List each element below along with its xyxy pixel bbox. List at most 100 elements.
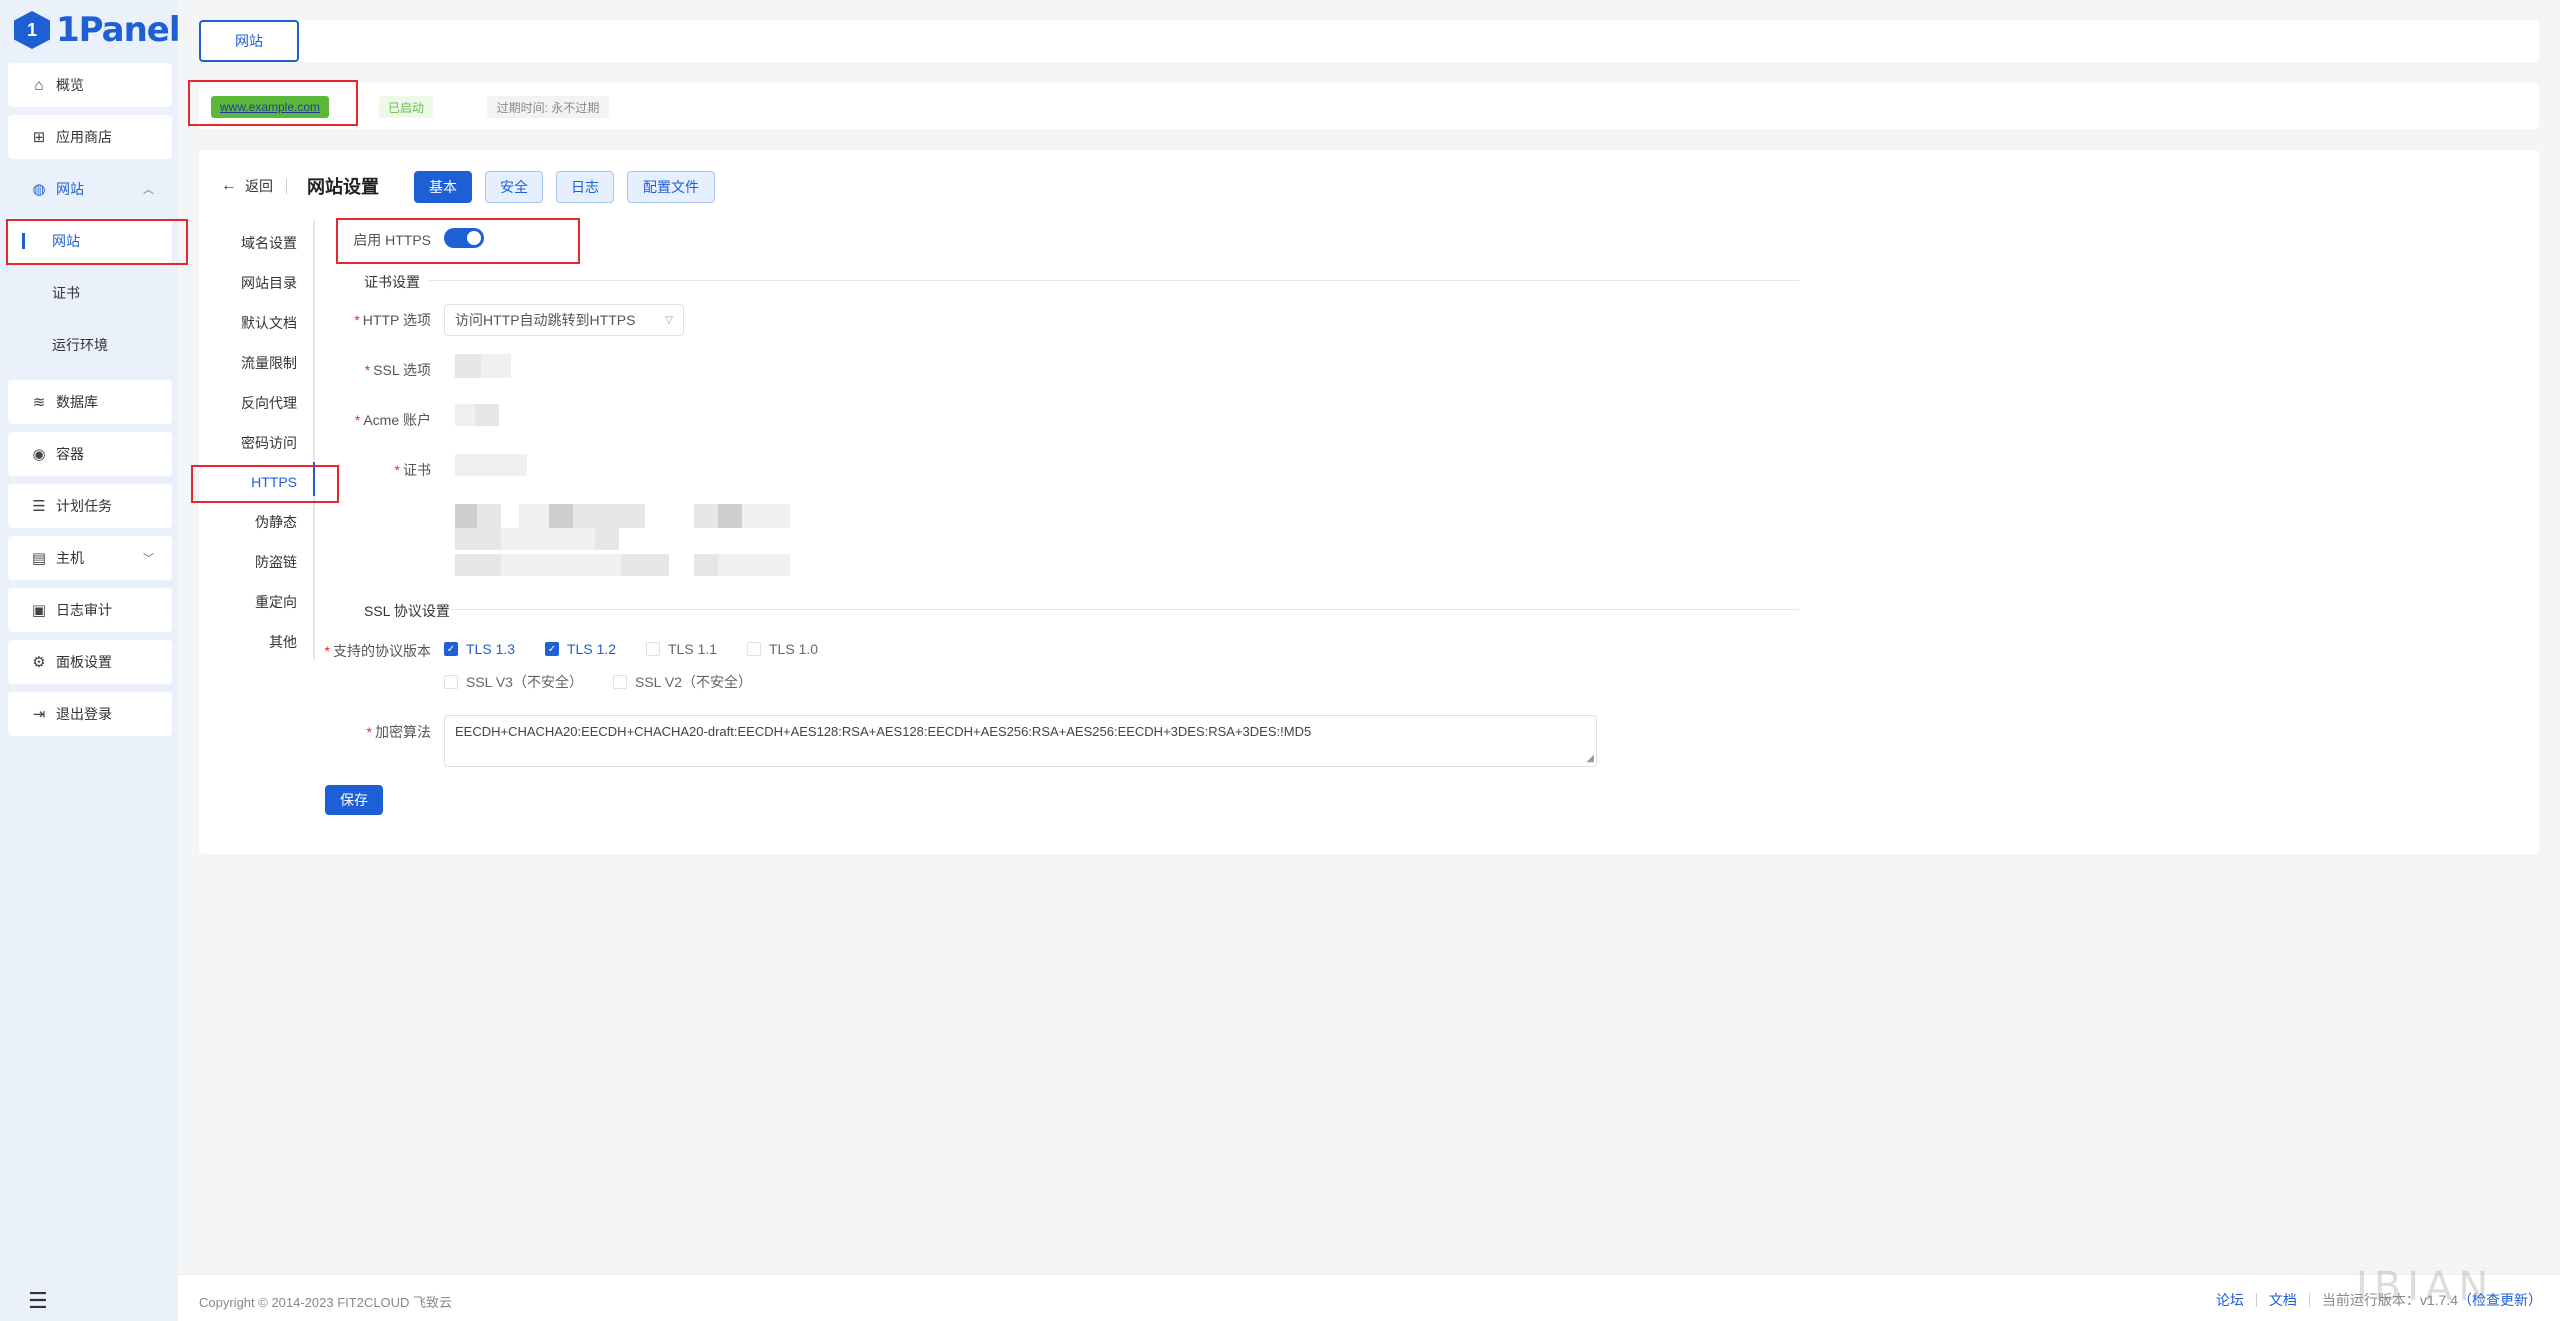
label-text: 支持的协议版本: [333, 643, 431, 659]
sidebar-item-logout[interactable]: ⇥ 退出登录: [8, 692, 172, 736]
sidebar-item-cron[interactable]: ☰ 计划任务: [8, 484, 172, 528]
blurred-cert-info: [694, 554, 718, 576]
sidebar-item-label: 容器: [56, 446, 84, 462]
collapse-menu-icon[interactable]: ☰: [28, 1288, 48, 1314]
select-value: 访问HTTP自动跳转到HTTPS: [455, 312, 636, 328]
sidebar: 1 1Panel ⌂ 概览 ⊞ 应用商店 ◍ 网站 ︿ 网站 证书 运行环境 ≋…: [0, 0, 181, 1321]
docs-link[interactable]: 文档: [2269, 1290, 2297, 1310]
watermark: IBIAN: [2356, 1264, 2495, 1310]
check-icon: ✓: [545, 642, 559, 656]
checkbox-sslv2[interactable]: SSL V2（不安全）: [613, 672, 752, 692]
checkbox-box: [444, 675, 458, 689]
blurred-cert-info: [455, 554, 501, 576]
forum-link[interactable]: 论坛: [2216, 1290, 2244, 1310]
resize-handle-icon[interactable]: ◢: [1586, 753, 1594, 764]
tab-config-file[interactable]: 配置文件: [627, 171, 715, 203]
check-icon: ✓: [444, 642, 458, 656]
ssl-section-title: SSL 协议设置: [364, 603, 450, 619]
sidebar-item-database[interactable]: ≋ 数据库: [8, 380, 172, 424]
sidebar-item-website[interactable]: ◍ 网站 ︿: [8, 166, 172, 212]
checkbox-label: TLS 1.0: [769, 641, 819, 657]
blurred-cert-info: [742, 504, 790, 528]
layers-icon: ≋: [32, 394, 46, 411]
site-domain-link[interactable]: www.example.com: [211, 96, 329, 118]
blurred-field: [455, 354, 481, 378]
cipher-value: EECDH+CHACHA20:EECDH+CHACHA20-draft:EECD…: [455, 724, 1312, 739]
sidebar-item-container[interactable]: ◉ 容器: [8, 432, 172, 476]
blurred-field: [455, 404, 475, 426]
blurred-cert-info: [621, 554, 669, 576]
submenu-label: 运行环境: [52, 337, 108, 353]
side-nav-rate-limit[interactable]: 流量限制: [199, 353, 315, 373]
side-nav-https[interactable]: HTTPS: [199, 472, 315, 492]
side-nav-root-dir[interactable]: 网站目录: [199, 273, 315, 293]
side-nav-default-doc[interactable]: 默认文档: [199, 313, 315, 333]
arrow-left-icon: ←: [221, 177, 237, 194]
side-nav-password-access[interactable]: 密码访问: [199, 433, 315, 453]
blurred-cert-info: [694, 504, 718, 528]
sidebar-item-label: 计划任务: [56, 498, 112, 514]
sidebar-item-overview[interactable]: ⌂ 概览: [8, 63, 172, 107]
label-text: 证书: [403, 462, 431, 478]
checkbox-tls11[interactable]: TLS 1.1: [646, 641, 717, 657]
site-info-bar: www.example.com 已启动 过期时间: 永不过期: [199, 83, 2539, 129]
save-button[interactable]: 保存: [325, 785, 383, 815]
logo[interactable]: 1 1Panel: [14, 8, 181, 52]
back-label: 返回: [245, 178, 273, 194]
sidebar-item-app-store[interactable]: ⊞ 应用商店: [8, 115, 172, 159]
sidebar-item-label: 主机: [56, 550, 84, 566]
checkbox-tls10[interactable]: TLS 1.0: [747, 641, 818, 657]
tab-basic[interactable]: 基本: [414, 171, 472, 203]
cipher-textarea[interactable]: EECDH+CHACHA20:EECDH+CHACHA20-draft:EECD…: [444, 715, 1597, 767]
certificate-label: * 证书: [394, 462, 431, 478]
blurred-cert-info: [549, 504, 573, 528]
side-nav-reverse-proxy[interactable]: 反向代理: [199, 393, 315, 413]
gear-icon: ⚙: [32, 654, 46, 671]
divider: [286, 178, 287, 194]
home-icon: ⌂: [34, 76, 44, 94]
tab-security[interactable]: 安全: [485, 171, 543, 203]
page-title: 网站设置: [307, 177, 379, 197]
sidebar-subitem-certificate[interactable]: 证书: [8, 271, 172, 315]
sidebar-item-label: 网站: [56, 181, 84, 197]
sidebar-subitem-website[interactable]: 网站: [8, 219, 172, 263]
sidebar-item-label: 面板设置: [56, 654, 112, 670]
side-nav-rewrite[interactable]: 伪静态: [199, 512, 315, 532]
tab-website[interactable]: 网站: [199, 20, 299, 62]
back-button[interactable]: ← 返回: [221, 176, 273, 196]
blurred-cert-info: [718, 554, 790, 576]
enable-https-label: 启用 HTTPS: [353, 232, 431, 248]
sidebar-item-panel-settings[interactable]: ⚙ 面板设置: [8, 640, 172, 684]
side-nav-other[interactable]: 其他: [199, 632, 315, 652]
blurred-cert-info: [455, 504, 477, 528]
label-text: HTTP 选项: [362, 312, 431, 328]
globe-icon: ◍: [32, 181, 46, 198]
grid-icon: ⊞: [32, 129, 46, 146]
sidebar-item-host[interactable]: ▤ 主机 ﹀: [8, 536, 172, 580]
chevron-up-icon: ︿: [143, 184, 154, 196]
side-nav-hotlink[interactable]: 防盗链: [199, 552, 315, 572]
sidebar-subitem-runtime[interactable]: 运行环境: [8, 323, 172, 367]
copyright: Copyright © 2014-2023 FIT2CLOUD 飞致云: [199, 1295, 453, 1310]
http-option-select[interactable]: 访问HTTP自动跳转到HTTPS ▽: [444, 304, 684, 336]
cipher-label: * 加密算法: [366, 724, 431, 740]
checkbox-tls13[interactable]: ✓ TLS 1.3: [444, 641, 515, 657]
tab-log[interactable]: 日志: [556, 171, 614, 203]
blurred-cert-info: [573, 504, 645, 528]
side-nav-domain[interactable]: 域名设置: [199, 233, 315, 253]
sidebar-item-log-audit[interactable]: ▣ 日志审计: [8, 588, 172, 632]
checkbox-sslv3[interactable]: SSL V3（不安全）: [444, 672, 583, 692]
enable-https-toggle[interactable]: [444, 228, 484, 248]
blurred-cert-info: [477, 504, 501, 528]
server-icon: ▤: [31, 550, 47, 567]
blurred-field: [481, 354, 511, 378]
blurred-cert-info: [718, 504, 742, 528]
side-nav-redirect[interactable]: 重定向: [199, 592, 315, 612]
label-text: SSL 选项: [373, 362, 431, 378]
logo-mark: 1: [14, 11, 50, 49]
list-icon: ☰: [32, 498, 46, 515]
checkbox-tls12[interactable]: ✓ TLS 1.2: [545, 641, 616, 657]
checkbox-label: SSL V3（不安全）: [466, 674, 583, 690]
expire-badge: 过期时间: 永不过期: [487, 96, 609, 118]
footer: Copyright © 2014-2023 FIT2CLOUD 飞致云 论坛 文…: [178, 1274, 2560, 1321]
